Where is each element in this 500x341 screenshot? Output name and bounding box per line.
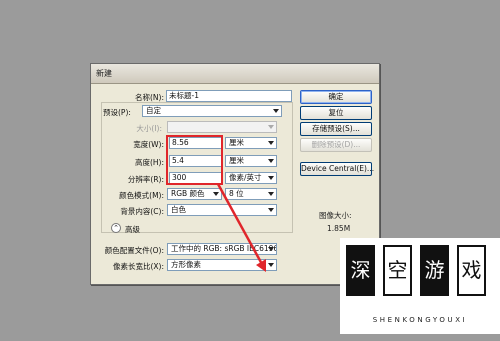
logo-slogan: SHENKONGYOUXI xyxy=(372,316,468,324)
logo-char-4: 戏 xyxy=(457,245,486,296)
arrow-line xyxy=(216,183,265,267)
logo-char-2: 空 xyxy=(383,245,412,296)
watermark-logo: 深 空 游 戏 SHENKONGYOUXI xyxy=(340,238,500,334)
logo-char-1: 深 xyxy=(346,245,375,296)
logo-char-3: 游 xyxy=(420,245,449,296)
